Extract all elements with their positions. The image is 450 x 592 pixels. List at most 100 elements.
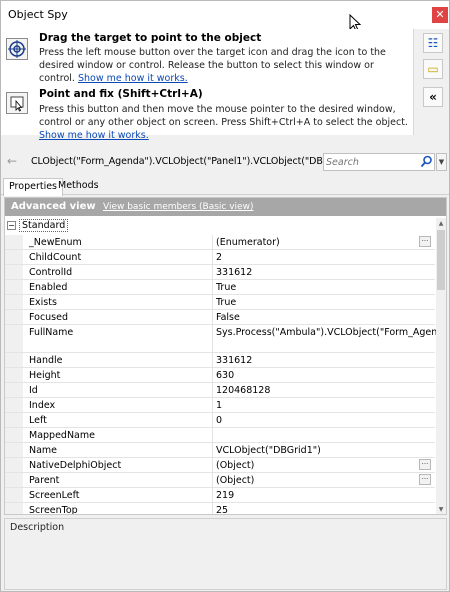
- ellipsis-button[interactable]: ···: [419, 236, 431, 247]
- property-row[interactable]: Index 1: [5, 398, 435, 413]
- property-name: Parent: [29, 475, 60, 486]
- property-value[interactable]: Sys.Process("Ambula").VCLObject("Form_Ag…: [216, 327, 446, 339]
- property-value[interactable]: True: [216, 282, 416, 294]
- property-value[interactable]: (Object): [216, 475, 416, 487]
- property-row[interactable]: Height 630: [5, 368, 435, 383]
- scroll-up-icon[interactable]: ▲: [437, 220, 445, 227]
- collapse-toggle-icon[interactable]: −: [7, 221, 16, 230]
- property-value[interactable]: 0: [216, 415, 416, 427]
- property-value[interactable]: 1: [216, 400, 416, 412]
- property-name: Name: [29, 445, 58, 456]
- point-and-fix-icon[interactable]: [6, 92, 28, 114]
- row-gutter: [5, 353, 23, 367]
- row-gutter: [5, 428, 23, 442]
- property-row[interactable]: NativeDelphiObject (Object) ···: [5, 458, 435, 473]
- point-and-fix-help-link[interactable]: Show me how it works.: [39, 130, 149, 141]
- property-name: Index: [29, 400, 56, 411]
- title-bar[interactable]: Object Spy ✕: [1, 1, 449, 32]
- search-box[interactable]: [323, 153, 435, 171]
- column-separator: [212, 428, 213, 442]
- property-row[interactable]: Enabled True: [5, 280, 435, 295]
- property-name: Id: [29, 385, 38, 396]
- property-name: Left: [29, 415, 47, 426]
- property-row[interactable]: Id 120468128: [5, 383, 435, 398]
- close-button[interactable]: ✕: [432, 7, 448, 23]
- property-name: Exists: [29, 297, 57, 308]
- property-row[interactable]: FullName Sys.Process("Ambula").VCLObject(…: [5, 325, 446, 353]
- property-value[interactable]: 331612: [216, 267, 416, 279]
- highlight-icon[interactable]: ▭: [423, 59, 443, 79]
- scroll-down-icon[interactable]: ▼: [437, 506, 445, 513]
- search-input[interactable]: [326, 155, 418, 169]
- row-gutter: [5, 265, 23, 279]
- collapse-icon[interactable]: «: [423, 87, 443, 107]
- property-row[interactable]: Name VCLObject("DBGrid1"): [5, 443, 435, 458]
- property-value[interactable]: 25: [216, 505, 416, 514]
- column-separator: [212, 383, 213, 397]
- property-name: _NewEnum: [29, 237, 82, 248]
- row-gutter: [5, 310, 23, 324]
- search-icon[interactable]: [420, 155, 433, 169]
- description-label: Description: [10, 522, 65, 533]
- property-row[interactable]: Exists True: [5, 295, 435, 310]
- column-separator: [212, 295, 213, 309]
- property-name: Enabled: [29, 282, 68, 293]
- category-row[interactable]: − Standard: [5, 218, 435, 233]
- property-value[interactable]: 120468128: [216, 385, 416, 397]
- column-separator: [212, 368, 213, 382]
- property-row[interactable]: ScreenTop 25: [5, 503, 435, 515]
- property-row[interactable]: _NewEnum (Enumerator) ···: [5, 235, 435, 250]
- object-spy-window: Object Spy ✕ Drag the target to point to…: [0, 0, 450, 592]
- property-value[interactable]: 219: [216, 490, 416, 502]
- property-value[interactable]: True: [216, 297, 416, 309]
- property-value[interactable]: (Object): [216, 460, 416, 472]
- property-row[interactable]: ScreenLeft 219: [5, 488, 435, 503]
- sidebar-toolbar: ☷ ▭ «: [413, 29, 449, 135]
- property-row[interactable]: ChildCount 2: [5, 250, 435, 265]
- row-gutter: [5, 443, 23, 457]
- scrollbar-thumb[interactable]: [437, 230, 445, 290]
- property-row[interactable]: Parent (Object) ···: [5, 473, 435, 488]
- row-gutter: [5, 503, 23, 514]
- property-name: Handle: [29, 355, 63, 366]
- property-row[interactable]: MappedName: [5, 428, 435, 443]
- category-label: Standard: [19, 219, 69, 232]
- target-icon[interactable]: [6, 38, 28, 60]
- property-row[interactable]: ControlId 331612: [5, 265, 435, 280]
- property-value[interactable]: False: [216, 312, 416, 324]
- property-value[interactable]: VCLObject("DBGrid1"): [216, 445, 416, 457]
- target-glyph-icon: [8, 40, 26, 58]
- drag-target-help-link[interactable]: Show me how it works.: [78, 73, 188, 84]
- property-row[interactable]: Focused False: [5, 310, 435, 325]
- column-separator: [212, 458, 213, 472]
- property-row[interactable]: Left 0: [5, 413, 435, 428]
- row-gutter: [5, 368, 23, 382]
- object-tree-icon[interactable]: ☷: [423, 33, 443, 53]
- ellipsis-button[interactable]: ···: [419, 474, 431, 485]
- property-value[interactable]: (Enumerator): [216, 237, 416, 249]
- basic-view-link[interactable]: View basic members (Basic view): [103, 202, 253, 212]
- vertical-scrollbar[interactable]: ▲ ▼: [436, 218, 446, 514]
- row-gutter: [5, 295, 23, 309]
- property-name: ChildCount: [29, 252, 82, 263]
- property-value[interactable]: 630: [216, 370, 416, 382]
- property-name: Focused: [29, 312, 69, 323]
- point-and-fix-text: Press this button and then move the mous…: [39, 103, 409, 142]
- column-separator: [212, 265, 213, 279]
- drag-target-text: Press the left mouse button over the tar…: [39, 46, 409, 85]
- search-dropdown-icon[interactable]: ▼: [436, 153, 447, 171]
- property-value[interactable]: 331612: [216, 355, 416, 367]
- column-separator: [212, 353, 213, 367]
- ellipsis-button[interactable]: ···: [419, 459, 431, 470]
- back-arrow-icon[interactable]: ←: [7, 154, 17, 168]
- object-path: CLObject("Form_Agenda").VCLObject("Panel…: [31, 156, 356, 167]
- property-row[interactable]: Handle 331612: [5, 353, 435, 368]
- property-name: MappedName: [29, 430, 95, 441]
- column-separator: [212, 280, 213, 294]
- tab-methods[interactable]: Methods: [53, 178, 104, 195]
- property-value[interactable]: 2: [216, 252, 416, 264]
- row-gutter: [5, 488, 23, 502]
- drag-target-title: Drag the target to point to the object: [39, 32, 262, 44]
- property-name: ScreenTop: [29, 505, 78, 515]
- property-name: ControlId: [29, 267, 73, 278]
